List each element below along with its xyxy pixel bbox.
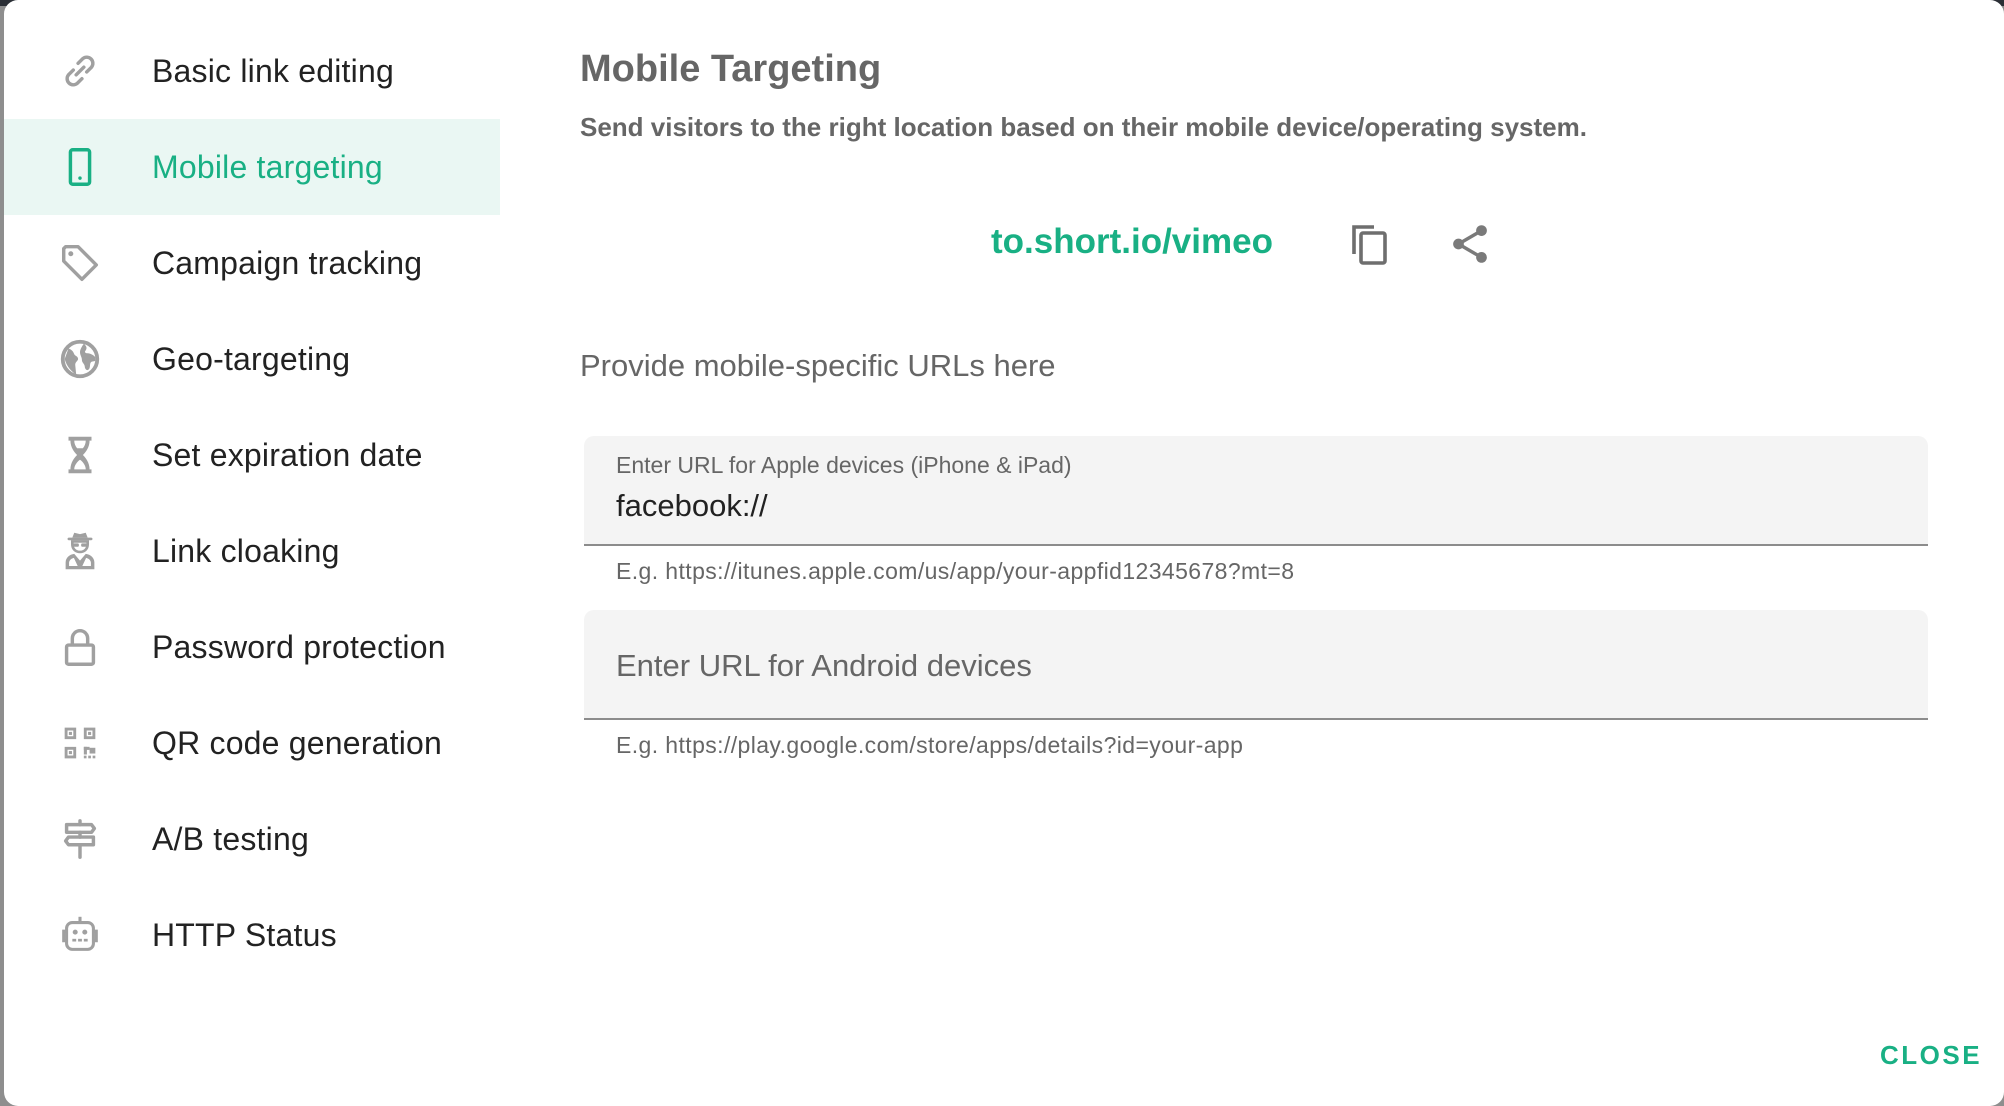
lock-icon xyxy=(56,623,104,671)
tag-icon xyxy=(56,239,104,287)
mobile-targeting-panel: Mobile Targeting Send visitors to the ri… xyxy=(580,0,1928,1106)
robot-icon xyxy=(56,911,104,959)
page-subtitle: Send visitors to the right location base… xyxy=(580,112,1587,142)
signpost-icon xyxy=(56,815,104,863)
sidebar-item-label: Password protection xyxy=(152,628,446,665)
close-button[interactable]: CLOSE xyxy=(1866,1030,1996,1081)
sidebar-item-label: QR code generation xyxy=(152,724,443,761)
apple-url-field[interactable]: Enter URL for Apple devices (iPhone & iP… xyxy=(584,436,1928,546)
hourglass-icon xyxy=(56,431,104,479)
copy-icon xyxy=(1352,225,1387,265)
sidebar-item-label: HTTP Status xyxy=(152,916,337,953)
sidebar-item-ab-testing[interactable]: A/B testing xyxy=(4,791,500,887)
apple-url-label: Enter URL for Apple devices (iPhone & iP… xyxy=(616,452,1072,478)
sidebar-item-password-protection[interactable]: Password protection xyxy=(4,599,500,695)
settings-sidebar: Basic link editing Mobile targeting Camp… xyxy=(4,23,500,983)
page-title: Mobile Targeting xyxy=(580,48,882,90)
short-link[interactable]: to.short.io/vimeo xyxy=(991,222,1273,262)
short-link-row: to.short.io/vimeo xyxy=(580,212,1928,276)
sidebar-item-campaign-tracking[interactable]: Campaign tracking xyxy=(4,215,500,311)
sidebar-item-set-expiration-date[interactable]: Set expiration date xyxy=(4,407,500,503)
qr-code-icon xyxy=(56,719,104,767)
sidebar-item-geo-targeting[interactable]: Geo-targeting xyxy=(4,311,500,407)
link-icon xyxy=(56,47,104,95)
sidebar-item-label: Link cloaking xyxy=(152,532,340,569)
android-url-field[interactable] xyxy=(584,610,1928,720)
section-label: Provide mobile-specific URLs here xyxy=(580,348,1056,383)
smartphone-icon xyxy=(56,143,104,191)
copy-button[interactable] xyxy=(1342,216,1398,272)
share-button[interactable] xyxy=(1442,216,1498,272)
link-settings-dialog: Basic link editing Mobile targeting Camp… xyxy=(4,0,2004,1106)
sidebar-item-mobile-targeting[interactable]: Mobile targeting xyxy=(4,119,500,215)
incognito-icon xyxy=(56,527,104,575)
sidebar-item-qr-code-generation[interactable]: QR code generation xyxy=(4,695,500,791)
sidebar-item-label: Mobile targeting xyxy=(152,148,383,185)
sidebar-item-label: Basic link editing xyxy=(152,52,394,89)
apple-url-hint: E.g. https://itunes.apple.com/us/app/you… xyxy=(616,558,1295,584)
sidebar-item-link-cloaking[interactable]: Link cloaking xyxy=(4,503,500,599)
sidebar-item-http-status[interactable]: HTTP Status xyxy=(4,887,500,983)
android-url-hint: E.g. https://play.google.com/store/apps/… xyxy=(616,732,1244,758)
sidebar-item-label: Set expiration date xyxy=(152,436,423,473)
sidebar-item-label: Geo-targeting xyxy=(152,340,351,377)
sidebar-item-label: A/B testing xyxy=(152,820,309,857)
sidebar-item-label: Campaign tracking xyxy=(152,244,423,281)
android-url-input[interactable] xyxy=(616,644,1896,688)
globe-icon xyxy=(56,335,104,383)
share-icon xyxy=(1453,225,1487,263)
apple-url-input[interactable] xyxy=(616,486,1896,526)
sidebar-item-basic-link-editing[interactable]: Basic link editing xyxy=(4,23,500,119)
